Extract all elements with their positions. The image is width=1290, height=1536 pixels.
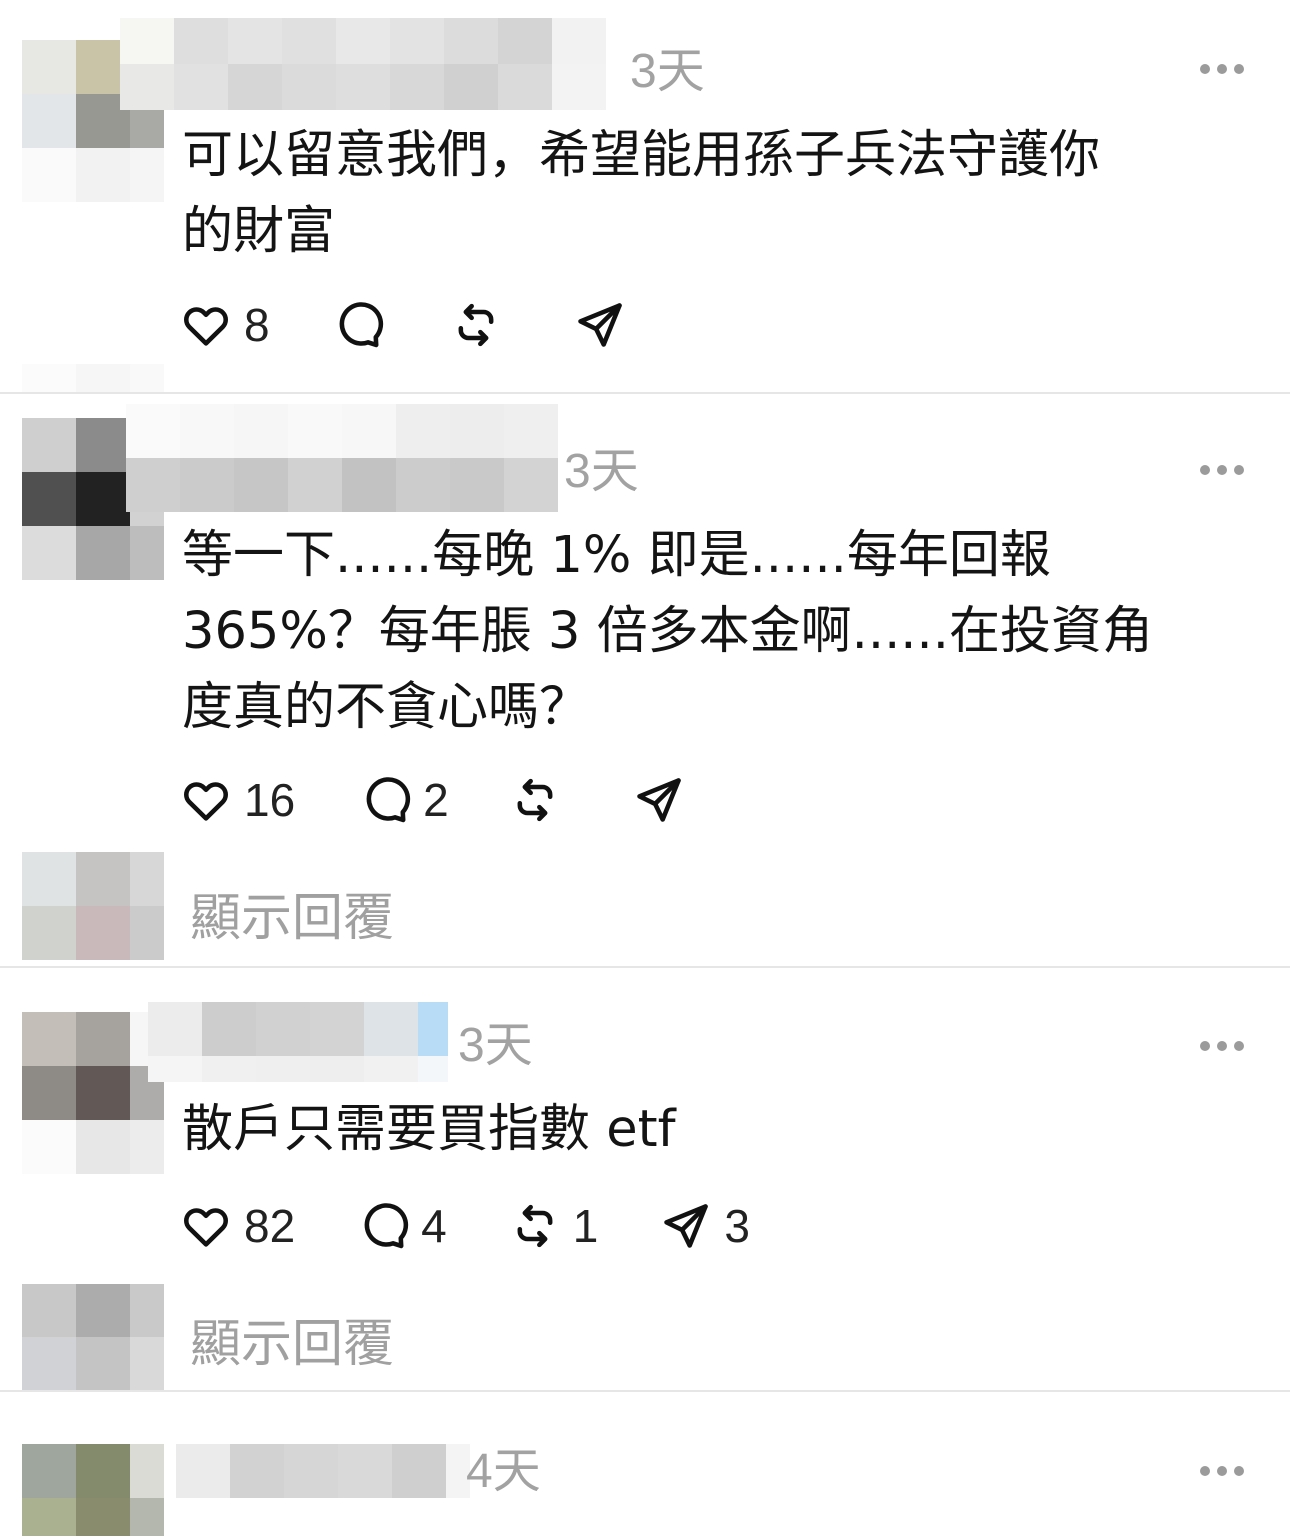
post-time: 3天 bbox=[458, 1019, 533, 1072]
share-send-icon bbox=[577, 303, 622, 347]
text-line: 度真的不貪心嗎？ bbox=[182, 678, 591, 737]
avatar[interactable] bbox=[22, 1012, 164, 1174]
heart-icon bbox=[184, 782, 228, 821]
reply-avatars-blurred bbox=[22, 1284, 164, 1390]
more-options-icon[interactable] bbox=[1200, 465, 1244, 475]
share-send-icon bbox=[636, 778, 681, 822]
text-line: 可以留意我們，希望能用孫子兵法守護你 bbox=[182, 126, 1101, 185]
comment-post-3: 3天 散戶只需要買指數 etf 82 4 1 3 顯示回覆 bbox=[0, 968, 1290, 1390]
like-count: 82 bbox=[244, 1200, 296, 1252]
comment-button[interactable] bbox=[332, 299, 384, 351]
heart-icon bbox=[184, 1208, 228, 1247]
share-send-icon bbox=[664, 1204, 709, 1248]
text-line: 散戶只需要買指數 etf bbox=[182, 1100, 676, 1159]
username-blurred[interactable] bbox=[176, 1444, 470, 1498]
share-count: 3 bbox=[724, 1200, 750, 1252]
post-time: 4天 bbox=[466, 1445, 541, 1498]
comment-bubble-icon bbox=[364, 1203, 409, 1249]
text-line: 的財富 bbox=[182, 202, 336, 261]
comment-bubble-icon bbox=[366, 777, 411, 823]
show-replies-link[interactable]: 顯示回覆 bbox=[190, 876, 394, 950]
heart-icon bbox=[184, 307, 228, 346]
like-count: 8 bbox=[244, 299, 270, 351]
action-bar: 82 4 1 3 bbox=[180, 1198, 750, 1254]
like-button[interactable]: 82 bbox=[180, 1199, 295, 1253]
comment-button[interactable]: 4 bbox=[357, 1199, 447, 1253]
reply-avatar-blurred bbox=[22, 364, 164, 392]
reply-avatars-blurred bbox=[22, 852, 164, 960]
post-text: 可以留意我們，希望能用孫子兵法守護你 的財富 bbox=[182, 118, 1242, 270]
repost-icon bbox=[517, 1204, 553, 1248]
repost-button[interactable] bbox=[450, 299, 502, 351]
share-button[interactable]: 3 bbox=[660, 1199, 750, 1253]
post-text: 散戶只需要買指數 etf bbox=[182, 1092, 1242, 1168]
post-time: 3天 bbox=[630, 45, 705, 98]
text-line: 等一下......每晚 1% 即是......每年回報 bbox=[182, 526, 1051, 585]
share-button[interactable] bbox=[633, 774, 685, 826]
comment-post-1: 3天 可以留意我們，希望能用孫子兵法守護你 的財富 8 bbox=[0, 0, 1290, 392]
repost-icon bbox=[517, 778, 553, 822]
like-button[interactable]: 8 bbox=[180, 298, 270, 352]
text-line: 365%？每年脹 3 倍多本金啊......在投資角 bbox=[182, 602, 1153, 661]
action-bar: 8 bbox=[180, 297, 626, 353]
comment-post-4: 4天 bbox=[0, 1392, 1290, 1536]
more-options-icon[interactable] bbox=[1200, 1466, 1244, 1476]
more-options-icon[interactable] bbox=[1200, 64, 1244, 74]
post-text: 等一下......每晚 1% 即是......每年回報 365%？每年脹 3 倍… bbox=[182, 518, 1242, 746]
repost-count: 1 bbox=[572, 1200, 599, 1252]
repost-button[interactable] bbox=[509, 774, 561, 826]
share-button[interactable] bbox=[574, 299, 626, 351]
post-time: 3天 bbox=[564, 445, 639, 498]
comment-button[interactable]: 2 bbox=[359, 773, 449, 827]
username-blurred[interactable] bbox=[120, 18, 606, 110]
comment-post-2: 3天 等一下......每晚 1% 即是......每年回報 365%？每年脹 … bbox=[0, 394, 1290, 966]
username-blurred[interactable] bbox=[126, 404, 558, 512]
username-blurred[interactable] bbox=[148, 1002, 448, 1082]
like-button[interactable]: 16 bbox=[180, 773, 295, 827]
action-bar: 16 2 bbox=[180, 772, 685, 828]
comment-bubble-icon bbox=[339, 302, 383, 348]
more-options-icon[interactable] bbox=[1200, 1041, 1244, 1051]
comment-count: 4 bbox=[421, 1200, 447, 1252]
repost-icon bbox=[458, 303, 494, 347]
comment-count: 2 bbox=[423, 774, 449, 826]
repost-button[interactable]: 1 bbox=[509, 1199, 599, 1253]
avatar[interactable] bbox=[22, 1444, 164, 1536]
show-replies-link[interactable]: 顯示回覆 bbox=[190, 1302, 394, 1376]
like-count: 16 bbox=[244, 774, 296, 826]
